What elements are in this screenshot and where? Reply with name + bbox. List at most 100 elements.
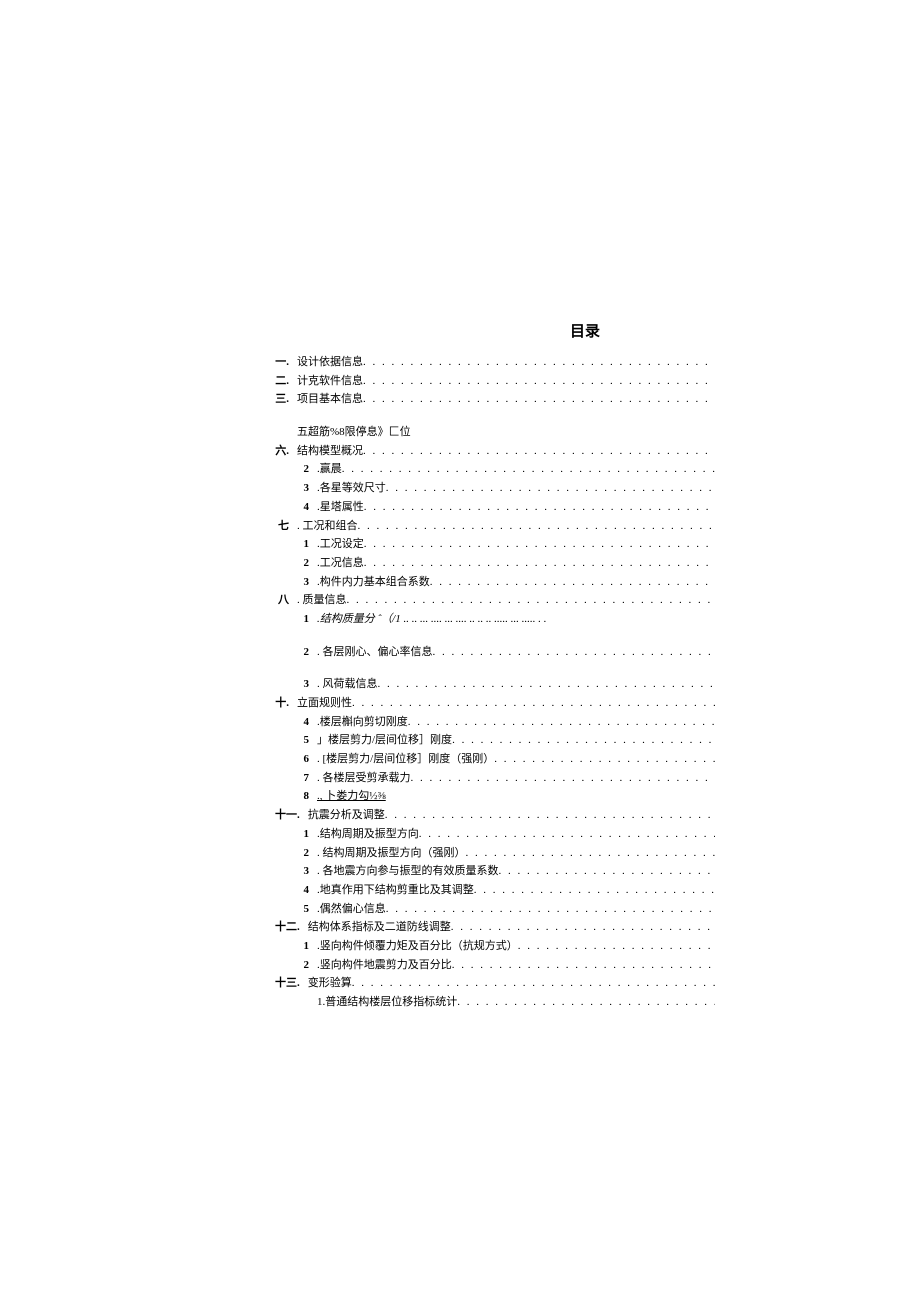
toc-num: 1 bbox=[295, 937, 309, 956]
toc-label: . 各层刚心、偏心率信息 bbox=[317, 643, 433, 662]
toc-dots bbox=[385, 806, 715, 825]
toc-num: 3 bbox=[295, 675, 309, 694]
toc-line: 2.赢晨 bbox=[295, 460, 715, 479]
toc-label: .工况设定 bbox=[317, 535, 364, 554]
toc-dots bbox=[408, 713, 715, 732]
toc-dots bbox=[378, 675, 716, 694]
toc-line: 七. 工况和组合 bbox=[275, 517, 715, 536]
toc-label: 设计依据信息 bbox=[297, 353, 363, 372]
toc-num: 3 bbox=[295, 479, 309, 498]
toc-dots bbox=[358, 517, 716, 536]
toc-line: 1.普通结构楼层位移指标统计 bbox=[295, 993, 715, 1012]
toc-line: 5 」楼层剪力/层间位移］刚度 bbox=[295, 731, 715, 750]
toc-label: .结构质量分 ˆ（/1 .. .. ... .... ... .... .. .… bbox=[317, 610, 546, 629]
toc-num: 六. bbox=[275, 442, 289, 461]
toc-body: 一.设计依据信息二.计克软件信息三.项目基本信息五超筋%8限停息》匚位六.结构模… bbox=[275, 353, 715, 1012]
toc-label: . 风荷载信息 bbox=[317, 675, 378, 694]
toc-line: 4.星塔属性 bbox=[295, 498, 715, 517]
toc-num: 十一. bbox=[275, 806, 300, 825]
toc-line: 6 . [楼层剪力/层间位移］刚度（强刚） bbox=[295, 750, 715, 769]
toc-label: 结构模型概况 bbox=[297, 442, 363, 461]
toc-dots bbox=[466, 844, 716, 863]
toc-dots bbox=[347, 591, 716, 610]
toc-num: 2 bbox=[295, 643, 309, 662]
toc-line: 1 .竖向构件倾覆力矩及百分比（抗规方式） bbox=[295, 937, 715, 956]
toc-label: .竖向构件倾覆力矩及百分比（抗规方式） bbox=[317, 937, 518, 956]
toc-label: . 各楼层受剪承载力 bbox=[317, 769, 411, 788]
toc-line: 2.工况信息 bbox=[295, 554, 715, 573]
toc-dots bbox=[452, 956, 715, 975]
toc-line: 3 .各星等效尺寸 bbox=[295, 479, 715, 498]
toc-dots bbox=[419, 825, 715, 844]
toc-line: 3 . 各地震方向参与振型的有效质量系数 bbox=[295, 862, 715, 881]
toc-dots bbox=[363, 353, 715, 372]
toc-dots bbox=[364, 554, 715, 573]
toc-title: 目录 bbox=[455, 320, 715, 341]
toc-num: 十三. bbox=[275, 974, 300, 993]
toc-dots bbox=[386, 479, 715, 498]
toc-dots bbox=[386, 900, 715, 919]
toc-num: 十二. bbox=[275, 918, 300, 937]
toc-label: 结构体系指标及二道防线调整 bbox=[308, 918, 451, 937]
toc-num: 5 bbox=[295, 731, 309, 750]
toc-line: 2 . 各层刚心、偏心率信息 bbox=[295, 643, 715, 662]
toc-num: 一. bbox=[275, 353, 289, 372]
toc-dots bbox=[364, 498, 715, 517]
toc-dots bbox=[452, 731, 715, 750]
toc-dots bbox=[364, 535, 715, 554]
toc-line: 八 . 质量信息 bbox=[275, 591, 715, 610]
toc-num: 三. bbox=[275, 390, 289, 409]
toc-label: .楼层槲向剪切刚度 bbox=[317, 713, 408, 732]
toc-dots bbox=[433, 643, 716, 662]
toc-num: 1 bbox=[295, 825, 309, 844]
toc-label: . 结构周期及振型方向（强刚） bbox=[317, 844, 466, 863]
toc-line: 5 .偶然偏心信息 bbox=[295, 900, 715, 919]
toc-line: 1.结构质量分 ˆ（/1 .. .. ... .... ... .... .. … bbox=[295, 610, 715, 629]
toc-dots bbox=[474, 881, 715, 900]
toc-label: .赢晨 bbox=[317, 460, 342, 479]
toc-line: 8., 卜娄力勾½⅜ bbox=[295, 787, 715, 806]
toc-line: 十.立面规则性 bbox=[275, 694, 715, 713]
toc-dots bbox=[342, 460, 715, 479]
toc-label: .星塔属性 bbox=[317, 498, 364, 517]
toc-page: 目录 一.设计依据信息二.计克软件信息三.项目基本信息五超筋%8限停息》匚位六.… bbox=[275, 320, 715, 1012]
toc-num: 八 bbox=[275, 591, 289, 610]
toc-label: . 各地震方向参与振型的有效质量系数 bbox=[317, 862, 499, 881]
toc-label: 五超筋%8限停息》匚位 bbox=[297, 423, 411, 442]
toc-label: . 质量信息 bbox=[297, 591, 347, 610]
toc-spacer bbox=[275, 661, 715, 675]
toc-dots bbox=[430, 573, 715, 592]
toc-num: 7 bbox=[295, 769, 309, 788]
toc-dots bbox=[451, 918, 715, 937]
toc-dots bbox=[494, 750, 715, 769]
toc-num: 5 bbox=[295, 900, 309, 919]
toc-num: 4 bbox=[295, 881, 309, 900]
toc-num: 4 bbox=[295, 713, 309, 732]
toc-dots bbox=[352, 694, 715, 713]
toc-dots bbox=[411, 769, 716, 788]
toc-line: 十一.抗震分析及调整 bbox=[275, 806, 715, 825]
toc-line: 六. 结构模型概况 bbox=[275, 442, 715, 461]
toc-label: . [楼层剪力/层间位移］刚度（强刚） bbox=[317, 750, 494, 769]
toc-dots bbox=[363, 390, 715, 409]
toc-line: 二. 计克软件信息 bbox=[275, 372, 715, 391]
toc-label: .构件内力基本组合系数 bbox=[317, 573, 430, 592]
toc-label: .偶然偏心信息 bbox=[317, 900, 386, 919]
toc-label: 」楼层剪力/层间位移］刚度 bbox=[317, 731, 452, 750]
toc-dots bbox=[352, 974, 715, 993]
toc-num: 3 bbox=[295, 862, 309, 881]
toc-line: 7 . 各楼层受剪承载力 bbox=[295, 769, 715, 788]
toc-line: 3 . 风荷载信息 bbox=[295, 675, 715, 694]
toc-num: 6 bbox=[295, 750, 309, 769]
toc-label: .工况信息 bbox=[317, 554, 364, 573]
toc-num: 2 bbox=[295, 956, 309, 975]
toc-num: 二. bbox=[275, 372, 289, 391]
toc-label: 计克软件信息 bbox=[297, 372, 363, 391]
toc-line: 五超筋%8限停息》匚位 bbox=[275, 423, 715, 442]
toc-num: 七 bbox=[275, 517, 289, 536]
toc-line: 2.竖向构件地震剪力及百分比 bbox=[295, 956, 715, 975]
toc-label: .地真作用下结构剪重比及其调整 bbox=[317, 881, 474, 900]
toc-label: ., 卜娄力勾½⅜ bbox=[317, 787, 386, 806]
toc-num: 2 bbox=[295, 844, 309, 863]
toc-label: .各星等效尺寸 bbox=[317, 479, 386, 498]
